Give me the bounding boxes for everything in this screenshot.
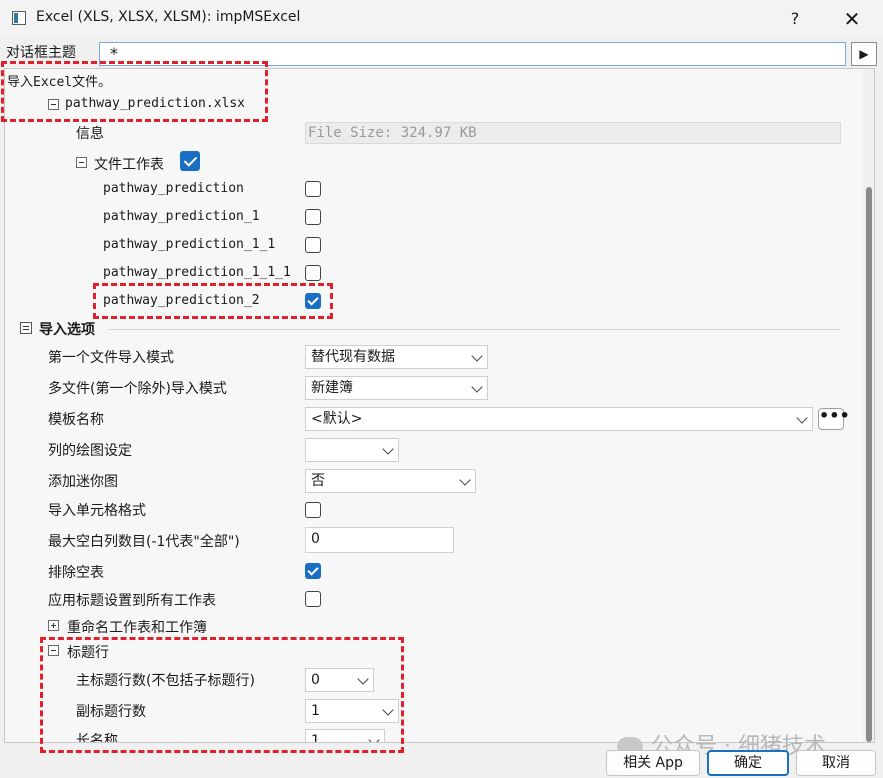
close-button[interactable]: ✕ [840, 7, 864, 31]
info-label: 信息 [76, 126, 104, 142]
chevron-down-icon [471, 381, 483, 393]
sheet-label: pathway_prediction_1 [103, 209, 260, 224]
help-button[interactable]: ? [783, 7, 807, 31]
sheet-label: pathway_prediction_1_1 [103, 237, 276, 252]
exclude-empty-label: 排除空表 [48, 565, 104, 581]
max-blank-columns-input[interactable]: 0 [305, 527, 454, 553]
window-title: Excel (XLS, XLSX, XLSM): impMSExcel [36, 9, 301, 25]
sparklines-select[interactable]: 否 [305, 469, 476, 493]
exclude-empty-checkbox[interactable] [305, 563, 321, 579]
multi-file-mode-select[interactable]: 新建簿 [305, 376, 488, 400]
rename-sheets-label: 重命名工作表和工作簿 [67, 620, 207, 636]
file-sheets-checkbox[interactable] [180, 151, 200, 171]
first-file-mode-label: 第一个文件导入模式 [48, 350, 174, 366]
annotation-box [93, 283, 333, 319]
subject-arrow-button[interactable]: ▶ [851, 42, 877, 66]
template-name-select[interactable]: <默认> [305, 407, 813, 431]
collapse-sheets-icon[interactable] [76, 157, 87, 168]
sheet-label: pathway_prediction [103, 181, 244, 196]
collapse-section-icon[interactable] [20, 322, 32, 334]
annotation-box [1, 61, 268, 122]
related-app-button[interactable]: 相关 App [606, 750, 700, 776]
file-sheets-label: 文件工作表 [94, 157, 164, 173]
scrollbar-thumb[interactable] [866, 187, 872, 742]
plot-settings-label: 列的绘图设定 [48, 443, 132, 459]
apply-header-checkbox[interactable] [305, 591, 321, 607]
chevron-down-icon [459, 474, 471, 486]
multi-file-mode-label: 多文件(第一个除外)导入模式 [48, 381, 227, 397]
template-name-value: <默认> [311, 411, 363, 427]
ok-button[interactable]: 确定 [707, 750, 789, 776]
app-icon [12, 11, 26, 25]
chevron-down-icon [796, 412, 808, 424]
import-options-title: 导入选项 [39, 322, 95, 338]
sheet-checkbox[interactable] [305, 181, 321, 197]
cell-format-checkbox[interactable] [305, 502, 321, 518]
chevron-down-icon [471, 350, 483, 362]
section-divider [109, 329, 841, 330]
first-file-mode-select[interactable]: 替代现有数据 [305, 345, 488, 369]
first-file-mode-value: 替代现有数据 [311, 349, 395, 365]
plot-settings-select[interactable] [305, 438, 399, 462]
title-bar: Excel (XLS, XLSX, XLSM): impMSExcel ? ✕ [0, 0, 883, 38]
sparklines-label: 添加迷你图 [48, 474, 118, 490]
expand-rename-icon[interactable] [48, 620, 59, 631]
sheet-label: pathway_prediction_1_1_1 [103, 265, 291, 280]
cell-format-label: 导入单元格格式 [48, 503, 146, 519]
file-size-field: File Size: 324.97 KB [305, 122, 841, 144]
sheet-checkbox[interactable] [305, 209, 321, 225]
dialog-subject-label: 对话框主题 [6, 45, 76, 61]
sheet-checkbox[interactable] [305, 237, 321, 253]
apply-header-label: 应用标题设置到所有工作表 [48, 593, 216, 609]
sheet-checkbox[interactable] [305, 265, 321, 281]
max-blank-columns-label: 最大空白列数目(-1代表"全部") [48, 534, 240, 550]
annotation-box [40, 637, 404, 753]
cancel-button[interactable]: 取消 [796, 750, 876, 776]
sparklines-value: 否 [311, 473, 325, 489]
multi-file-mode-value: 新建簿 [311, 380, 353, 396]
template-name-label: 模板名称 [48, 412, 104, 428]
vertical-scrollbar[interactable] [863, 69, 874, 742]
template-browse-button[interactable]: ••• [818, 408, 850, 430]
chevron-down-icon [382, 443, 394, 455]
